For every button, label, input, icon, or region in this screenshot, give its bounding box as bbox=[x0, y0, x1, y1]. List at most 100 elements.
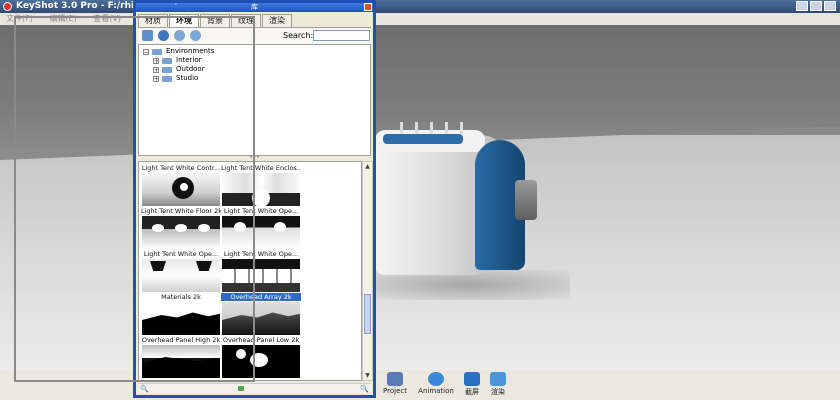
minimize-icon[interactable] bbox=[796, 1, 808, 11]
search-label: Search: bbox=[283, 31, 314, 40]
tree-item-label: Outdoor bbox=[176, 65, 205, 73]
library-title-bar[interactable]: ˇ 库 bbox=[136, 3, 373, 12]
thumbnail-item[interactable]: Overhead Panel Low 2k bbox=[221, 336, 301, 378]
thumbnail-label: Materials 2k bbox=[161, 293, 201, 301]
product-spout bbox=[515, 180, 537, 220]
expand-icon[interactable]: + bbox=[153, 75, 159, 82]
thumbnail-label: Light Tent White Floor 2k bbox=[141, 207, 221, 215]
thumbnail-label: Light Tent White Enclos... bbox=[221, 164, 301, 172]
zoom-out-icon[interactable]: 🔍 bbox=[140, 385, 149, 393]
thumbnail-item[interactable]: Light Tent White Contr... bbox=[141, 164, 221, 206]
product-knob bbox=[445, 122, 448, 134]
thumbnail-label-selected: Overhead Array 2k bbox=[221, 293, 301, 301]
thumbnail-item[interactable]: Light Tent White Ope... bbox=[141, 250, 221, 292]
render-button[interactable]: 渲染 bbox=[478, 372, 518, 397]
expand-icon[interactable]: + bbox=[153, 57, 159, 64]
zoom-in-icon[interactable]: 🔍 bbox=[360, 385, 369, 393]
product-knob bbox=[415, 122, 418, 134]
menu-view[interactable]: 查看(V) bbox=[93, 14, 121, 23]
keyshot-logo-icon bbox=[3, 2, 12, 11]
product-knob bbox=[430, 122, 433, 134]
thumbnail-image bbox=[222, 173, 300, 206]
tab-materials[interactable]: 材质 bbox=[138, 14, 168, 27]
environment-tree: − Environments + Interior + Outdoor + St… bbox=[138, 44, 371, 156]
thumbnail-image bbox=[142, 302, 220, 335]
tab-renders[interactable]: 渲染 bbox=[262, 14, 292, 27]
thumbnail-image bbox=[142, 345, 220, 378]
animation-button[interactable]: Animation bbox=[416, 372, 456, 395]
thumbnail-image bbox=[142, 216, 220, 249]
library-title: 库 bbox=[251, 3, 258, 11]
thumbnail-label: Light Tent White Ope... bbox=[223, 207, 299, 215]
product-display bbox=[383, 134, 463, 144]
thumbnail-image bbox=[142, 173, 220, 206]
thumbnail-item[interactable]: Materials 2k bbox=[141, 293, 221, 335]
thumbnail-image bbox=[222, 259, 300, 292]
tree-item-interior[interactable]: + Interior bbox=[153, 56, 202, 65]
maximize-icon[interactable] bbox=[810, 1, 822, 11]
folder-icon bbox=[152, 48, 162, 55]
render-label: 渲染 bbox=[491, 388, 505, 396]
environment-thumbnails: Light Tent White Contr... Light Tent Whi… bbox=[138, 161, 362, 381]
project-label: Project bbox=[383, 387, 407, 395]
render-viewport[interactable] bbox=[0, 25, 840, 370]
close-icon[interactable] bbox=[364, 3, 372, 11]
tab-textures[interactable]: 纹理 bbox=[231, 14, 261, 27]
tree-item-label: Interior bbox=[176, 56, 202, 64]
tree-item-outdoor[interactable]: + Outdoor bbox=[153, 65, 205, 74]
product-knob bbox=[400, 122, 403, 134]
thumbnail-item[interactable]: Light Tent White Ope... bbox=[221, 207, 301, 249]
project-icon bbox=[387, 372, 403, 386]
scroll-thumb[interactable] bbox=[364, 294, 371, 334]
thumbnail-label: Light Tent White Contr... bbox=[141, 164, 221, 172]
thumbnail-item[interactable]: Light Tent White Floor 2k bbox=[141, 207, 221, 249]
tree-item-studio[interactable]: + Studio bbox=[153, 74, 198, 83]
thumbnail-label: Overhead Panel Low 2k bbox=[222, 336, 300, 344]
thumbnail-image bbox=[222, 302, 300, 335]
library-panel: ˇ 库 材质 环境 背景 纹理 渲染 Search: − Environment… bbox=[133, 0, 376, 398]
screenshot-label: 截屏 bbox=[465, 388, 479, 396]
animation-label: Animation bbox=[418, 387, 454, 395]
scroll-down-icon[interactable]: ▼ bbox=[364, 372, 371, 379]
library-tabs: 材质 环境 背景 纹理 渲染 bbox=[138, 14, 293, 28]
close-icon[interactable] bbox=[824, 1, 836, 11]
slider-handle[interactable] bbox=[238, 386, 244, 391]
collapse-icon[interactable]: − bbox=[143, 48, 149, 55]
thumbnail-size-slider[interactable]: 🔍 🔍 bbox=[138, 383, 371, 393]
thumbnail-image bbox=[222, 216, 300, 249]
scroll-up-icon[interactable]: ▲ bbox=[364, 163, 371, 170]
tree-item-label: Studio bbox=[176, 74, 199, 82]
thumbnail-label: Light Tent White Ope... bbox=[143, 250, 219, 258]
tab-backgrounds[interactable]: 背景 bbox=[200, 14, 230, 27]
thumbnail-item[interactable]: Overhead Array 2k bbox=[221, 293, 301, 335]
menu-edit[interactable]: 编辑(E) bbox=[49, 14, 76, 23]
project-button[interactable]: Project bbox=[375, 372, 415, 395]
thumbnail-scrollbar[interactable]: ▲ ▼ bbox=[362, 161, 373, 381]
menu-bar: 文件(F) 编辑(E) 查看(V) bbox=[0, 13, 840, 25]
tab-environments[interactable]: 环境 bbox=[169, 14, 199, 28]
folder-icon bbox=[162, 57, 172, 64]
search-input[interactable] bbox=[313, 30, 370, 41]
menu-file[interactable]: 文件(F) bbox=[6, 14, 33, 23]
bottom-toolbar: Project Animation 截屏 渲染 bbox=[0, 370, 840, 400]
render-icon bbox=[490, 372, 506, 386]
tree-item-label: Environments bbox=[166, 47, 215, 55]
product-model[interactable] bbox=[375, 110, 545, 280]
thumbnail-item[interactable]: Light Tent White Enclos... bbox=[221, 164, 301, 206]
app-title-bar: KeyShot 3.0 Pro - F:/rhino课件/... bbox=[0, 0, 840, 13]
download-icon[interactable] bbox=[174, 30, 185, 41]
import-icon[interactable] bbox=[142, 30, 153, 41]
animation-icon bbox=[428, 372, 444, 386]
refresh-icon[interactable] bbox=[158, 30, 169, 41]
thumbnail-image bbox=[142, 259, 220, 292]
expand-icon[interactable]: + bbox=[153, 66, 159, 73]
thumbnail-item[interactable]: Light Tent White Ope... bbox=[221, 250, 301, 292]
upload-icon[interactable] bbox=[190, 30, 201, 41]
folder-icon bbox=[162, 66, 172, 73]
thumbnail-label: Overhead Panel High 2k bbox=[141, 336, 221, 344]
tree-item-environments[interactable]: − Environments bbox=[143, 47, 214, 56]
thumbnail-image bbox=[222, 345, 300, 378]
library-toolbar: Search: bbox=[138, 27, 371, 44]
thumbnail-item[interactable]: Overhead Panel High 2k bbox=[141, 336, 221, 378]
drag-grip-icon: ˇ bbox=[174, 3, 178, 11]
